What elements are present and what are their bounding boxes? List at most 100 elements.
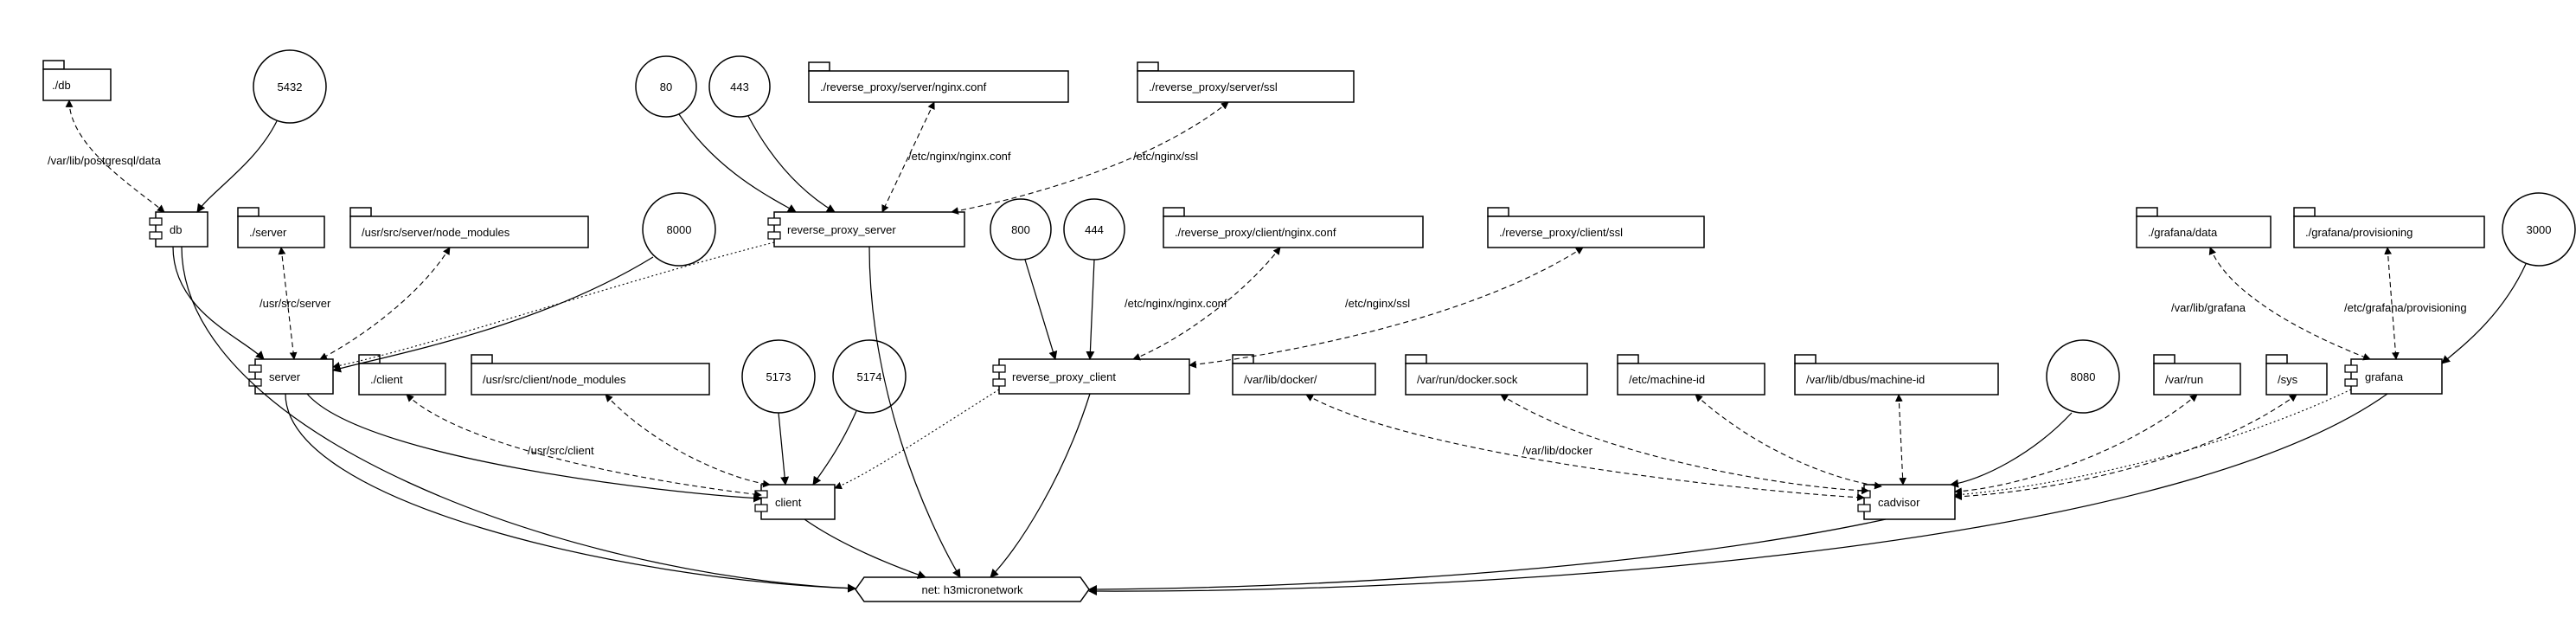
folder-label: /var/lib/dbus/machine-id (1806, 373, 1925, 386)
circle-label: 800 (1011, 223, 1030, 236)
circle-label: 5432 (278, 80, 303, 93)
component-label: client (775, 496, 802, 509)
folder-label: /var/run (2165, 373, 2203, 386)
component-label: db (170, 223, 182, 236)
folder-label: ./grafana/data (2148, 226, 2218, 239)
folder-db-volume: ./db (43, 61, 111, 100)
edge-label: /usr/src/client (528, 444, 594, 457)
component-grafana: grafana (2345, 359, 2442, 394)
folder-grafana-provisioning: ./grafana/provisioning (2294, 208, 2484, 248)
architecture-diagram: ./db 5432 80 443 ./reverse_proxy/server/… (0, 0, 2576, 624)
edge-client-nm-to-client (606, 395, 770, 485)
component-label: grafana (2365, 370, 2404, 383)
folder-sys: /sys (2266, 355, 2327, 395)
folder-label: ./db (52, 79, 71, 92)
port-80: 80 (636, 56, 696, 117)
edge-label: /usr/src/server (260, 297, 331, 310)
folder-var-run-docker-sock: /var/run/docker.sock (1406, 355, 1587, 395)
folder-label: /usr/src/client/node_modules (483, 373, 626, 386)
component-reverse-proxy-client: reverse_proxy_client (993, 359, 1189, 394)
edge-label: /etc/nginx/nginx.conf (1125, 297, 1227, 310)
edge-label: /etc/nginx/ssl (1345, 297, 1410, 310)
circle-label: 3000 (2527, 223, 2552, 236)
edge-444-to-rpc (1090, 260, 1094, 359)
edge-grafana-to-cadvisor (1955, 389, 2351, 495)
folder-rp-server-conf: ./reverse_proxy/server/nginx.conf (809, 62, 1068, 102)
folder-label: ./reverse_proxy/server/ssl (1149, 80, 1278, 93)
component-label: reverse_proxy_client (1012, 370, 1116, 383)
edge-5173-to-client (779, 413, 785, 485)
port-8080: 8080 (2047, 340, 2119, 413)
circle-label: 8000 (667, 223, 692, 236)
network-box: net: h3micronetwork (855, 577, 1089, 601)
edge-8080-to-cadvisor (1951, 413, 2072, 485)
folder-label: ./server (249, 226, 287, 239)
edge-5174-to-client (813, 411, 856, 485)
circle-label: 5173 (766, 370, 791, 383)
circle-label: 5174 (857, 370, 882, 383)
folder-var-lib-dbus-machine-id: /var/lib/dbus/machine-id (1795, 355, 1998, 395)
circle-label: 443 (730, 80, 749, 93)
edge-cadvisor-to-net (1089, 519, 1886, 589)
edge-dockersock-to-cadvisor (1501, 395, 1868, 491)
port-800: 800 (990, 199, 1051, 260)
port-5432: 5432 (253, 50, 326, 123)
folder-rp-client-conf: ./reverse_proxy/client/nginx.conf (1163, 208, 1423, 248)
port-8000: 8000 (643, 193, 715, 266)
edge-label: /etc/grafana/provisioning (2344, 301, 2467, 314)
component-client: client (755, 485, 835, 519)
edge-800-to-rpc (1025, 260, 1055, 359)
folder-label: ./reverse_proxy/client/nginx.conf (1175, 226, 1336, 239)
edge-label: /var/lib/grafana (2171, 301, 2246, 314)
component-label: server (269, 370, 301, 383)
folder-label: /var/lib/docker/ (1244, 373, 1317, 386)
component-reverse-proxy-server: reverse_proxy_server (768, 212, 964, 247)
edge-dbusmachineid-to-cadvisor (1899, 395, 1903, 485)
folder-label: /etc/machine-id (1629, 373, 1705, 386)
edge-label: /etc/nginx/ssl (1133, 150, 1198, 163)
edge-db-to-server (173, 247, 264, 359)
edge-client-to-net (804, 519, 926, 577)
folder-client-node-modules: /usr/src/client/node_modules (471, 355, 709, 395)
edge-label: /etc/nginx/nginx.conf (908, 150, 1011, 163)
circle-label: 80 (660, 80, 672, 93)
folder-label: /sys (2278, 373, 2298, 386)
folder-grafana-data: ./grafana/data (2137, 208, 2271, 248)
edge-rps-to-server (333, 242, 774, 367)
folder-var-lib-docker: /var/lib/docker/ (1233, 355, 1375, 395)
edge-etcmachineid-to-cadvisor (1695, 395, 1881, 486)
component-cadvisor: cadvisor (1858, 485, 1955, 519)
port-444: 444 (1064, 199, 1125, 260)
component-server: server (249, 359, 333, 394)
folder-label: ./client (370, 373, 403, 386)
folder-label: /var/run/docker.sock (1417, 373, 1518, 386)
edge-server-nm-to-server (320, 248, 450, 359)
folder-label: ./grafana/provisioning (2305, 226, 2413, 239)
folder-rp-server-ssl: ./reverse_proxy/server/ssl (1137, 62, 1354, 102)
edge-sys-to-cadvisor (1955, 395, 2297, 497)
edge-rps-to-net (869, 247, 960, 577)
folder-server-node-modules: /usr/src/server/node_modules (350, 208, 588, 248)
folder-server-volume: ./server (238, 208, 324, 248)
circle-label: 8080 (2071, 370, 2096, 383)
folder-etc-machine-id: /etc/machine-id (1618, 355, 1765, 395)
component-label: reverse_proxy_server (787, 223, 896, 236)
edge-grafana-to-net (1089, 394, 2387, 591)
edge-label: /var/lib/postgresql/data (48, 154, 162, 167)
port-5174: 5174 (833, 340, 906, 413)
folder-label: ./reverse_proxy/client/ssl (1499, 226, 1623, 239)
folder-rp-client-ssl: ./reverse_proxy/client/ssl (1488, 208, 1704, 248)
component-db: db (150, 212, 208, 247)
folder-var-run: /var/run (2154, 355, 2240, 395)
circle-label: 444 (1085, 223, 1104, 236)
edge-5432-to-db (197, 121, 277, 212)
folder-label: /usr/src/server/node_modules (362, 226, 510, 239)
edge-8000-to-server (333, 257, 653, 370)
network-label: net: h3micronetwork (921, 583, 1023, 596)
edge-443-to-rps (748, 116, 835, 212)
port-443: 443 (709, 56, 770, 117)
port-5173: 5173 (742, 340, 815, 413)
edge-label: /var/lib/docker (1522, 444, 1593, 457)
edge-rpc-to-net (990, 394, 1090, 577)
folder-label: ./reverse_proxy/server/nginx.conf (820, 80, 987, 93)
